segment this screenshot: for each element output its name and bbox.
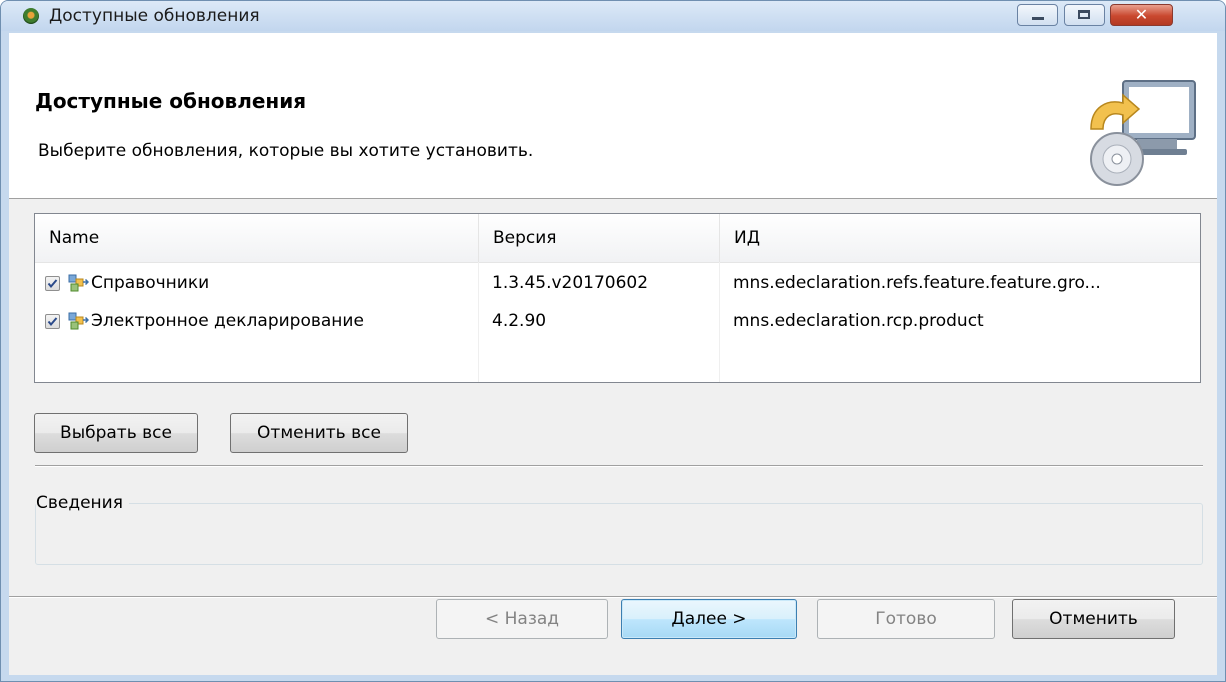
row-name: Справочники [91,273,210,293]
details-group [35,503,1203,565]
wizard-banner: Доступные обновления Выберите обновления… [9,33,1217,199]
feature-icon [68,274,89,292]
details-label: Сведения [36,493,129,513]
row-id: mns.edeclaration.refs.feature.feature.gr… [733,273,1101,293]
table-row[interactable]: Справочники 1.3.45.v20170602 mns.edeclar… [35,264,1200,302]
app-icon [23,8,39,24]
footer-separator [9,596,1217,598]
row-version: 4.2.90 [492,311,547,331]
minimize-button[interactable] [1017,4,1058,26]
page-description: Выберите обновления, которые вы хотите у… [38,141,534,161]
separator [35,465,1203,467]
table-header: Name Версия ИД [35,214,1200,263]
updates-table: Name Версия ИД Справочники 1.3.45.v20170… [34,213,1201,383]
window-title: Доступные обновления [49,6,260,26]
checkbox-checked-icon [47,317,58,327]
back-button[interactable]: < Назад [436,599,608,639]
column-header-name[interactable]: Name [35,214,478,262]
close-icon: ✕ [1134,5,1149,24]
finish-button[interactable]: Готово [817,599,995,639]
minimize-icon [1032,17,1044,20]
row-checkbox[interactable] [45,314,60,329]
column-header-id[interactable]: ИД [719,214,1200,262]
feature-icon [68,312,89,330]
column-header-version[interactable]: Версия [478,214,719,262]
row-name: Электронное декларирование [91,311,364,331]
cancel-button[interactable]: Отменить [1012,599,1175,639]
row-version: 1.3.45.v20170602 [492,273,649,293]
title-bar[interactable]: Доступные обновления ✕ [1,1,1225,31]
update-computer-icon [1090,80,1196,186]
checkbox-checked-icon [47,279,58,289]
table-row[interactable]: Электронное декларирование 4.2.90 mns.ed… [35,302,1200,340]
maximize-icon [1078,10,1090,19]
maximize-button[interactable] [1064,4,1105,26]
next-button[interactable]: Далее > [621,599,797,639]
row-id: mns.edeclaration.rcp.product [733,311,984,331]
page-title: Доступные обновления [35,89,307,113]
close-button[interactable]: ✕ [1110,4,1173,26]
deselect-all-button[interactable]: Отменить все [230,413,408,453]
dialog-content: Доступные обновления Выберите обновления… [9,33,1217,675]
row-checkbox[interactable] [45,276,60,291]
select-all-button[interactable]: Выбрать все [34,413,198,453]
update-dialog-window: Доступные обновления ✕ Доступные обновле… [0,0,1226,682]
